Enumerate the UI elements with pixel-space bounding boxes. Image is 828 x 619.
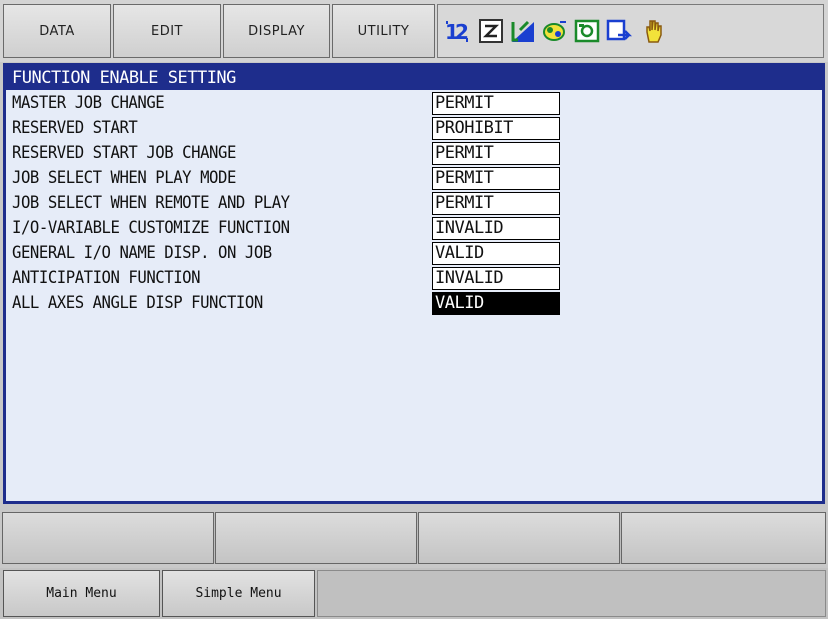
speed-icon[interactable]: [606, 17, 632, 45]
axis-order-icon[interactable]: 1 2: [444, 17, 470, 45]
function-enable-panel: FUNCTION ENABLE SETTING MASTER JOB CHANG…: [3, 63, 825, 504]
row-value-field[interactable]: INVALID: [432, 217, 560, 240]
security-level-icon[interactable]: [510, 17, 536, 45]
hand-icon[interactable]: [640, 17, 666, 45]
simple-menu-button[interactable]: Simple Menu: [162, 570, 315, 617]
main-menu-button[interactable]: Main Menu: [3, 570, 160, 617]
top-menu-bar: DATA EDIT DISPLAY UTILITY 1 2: [0, 0, 828, 62]
cycle-mode-icon[interactable]: [478, 17, 504, 45]
row-label: RESERVED START JOB CHANGE: [12, 143, 236, 163]
row-value-field[interactable]: PROHIBIT: [432, 117, 560, 140]
status-area: 1 2: [437, 4, 824, 58]
row-label: ALL AXES ANGLE DISP FUNCTION: [12, 293, 263, 313]
row-value-field[interactable]: VALID: [432, 242, 560, 265]
menu-utility-button[interactable]: UTILITY: [332, 4, 435, 58]
menu-data-button[interactable]: DATA: [3, 4, 111, 58]
message-area: [317, 570, 826, 617]
row-value-field[interactable]: PERMIT: [432, 167, 560, 190]
row-label: JOB SELECT WHEN PLAY MODE: [12, 168, 236, 188]
row-value-field[interactable]: PERMIT: [432, 92, 560, 115]
softkey-bar: [2, 512, 826, 564]
softkey-4[interactable]: [621, 512, 826, 564]
row-label: ANTICIPATION FUNCTION: [12, 268, 201, 288]
teach-mode-icon[interactable]: [574, 17, 600, 45]
row-label: RESERVED START: [12, 118, 138, 138]
row-value-field-selected[interactable]: VALID: [432, 292, 560, 315]
row-label: JOB SELECT WHEN REMOTE AND PLAY: [12, 193, 290, 213]
row-label: MASTER JOB CHANGE: [12, 93, 165, 113]
row-value-field[interactable]: INVALID: [432, 267, 560, 290]
coordinate-icon[interactable]: [542, 17, 568, 45]
row-value-field[interactable]: PERMIT: [432, 192, 560, 215]
softkey-3[interactable]: [418, 512, 620, 564]
row-label: GENERAL I/O NAME DISP. ON JOB: [12, 243, 272, 263]
softkey-1[interactable]: [2, 512, 214, 564]
bottom-bar: Main Menu Simple Menu: [0, 568, 828, 619]
menu-edit-button[interactable]: EDIT: [113, 4, 221, 58]
softkey-2[interactable]: [215, 512, 417, 564]
row-value-field[interactable]: PERMIT: [432, 142, 560, 165]
row-label: I/O-VARIABLE CUSTOMIZE FUNCTION: [12, 218, 290, 238]
panel-title: FUNCTION ENABLE SETTING: [6, 66, 822, 90]
menu-display-button[interactable]: DISPLAY: [223, 4, 330, 58]
